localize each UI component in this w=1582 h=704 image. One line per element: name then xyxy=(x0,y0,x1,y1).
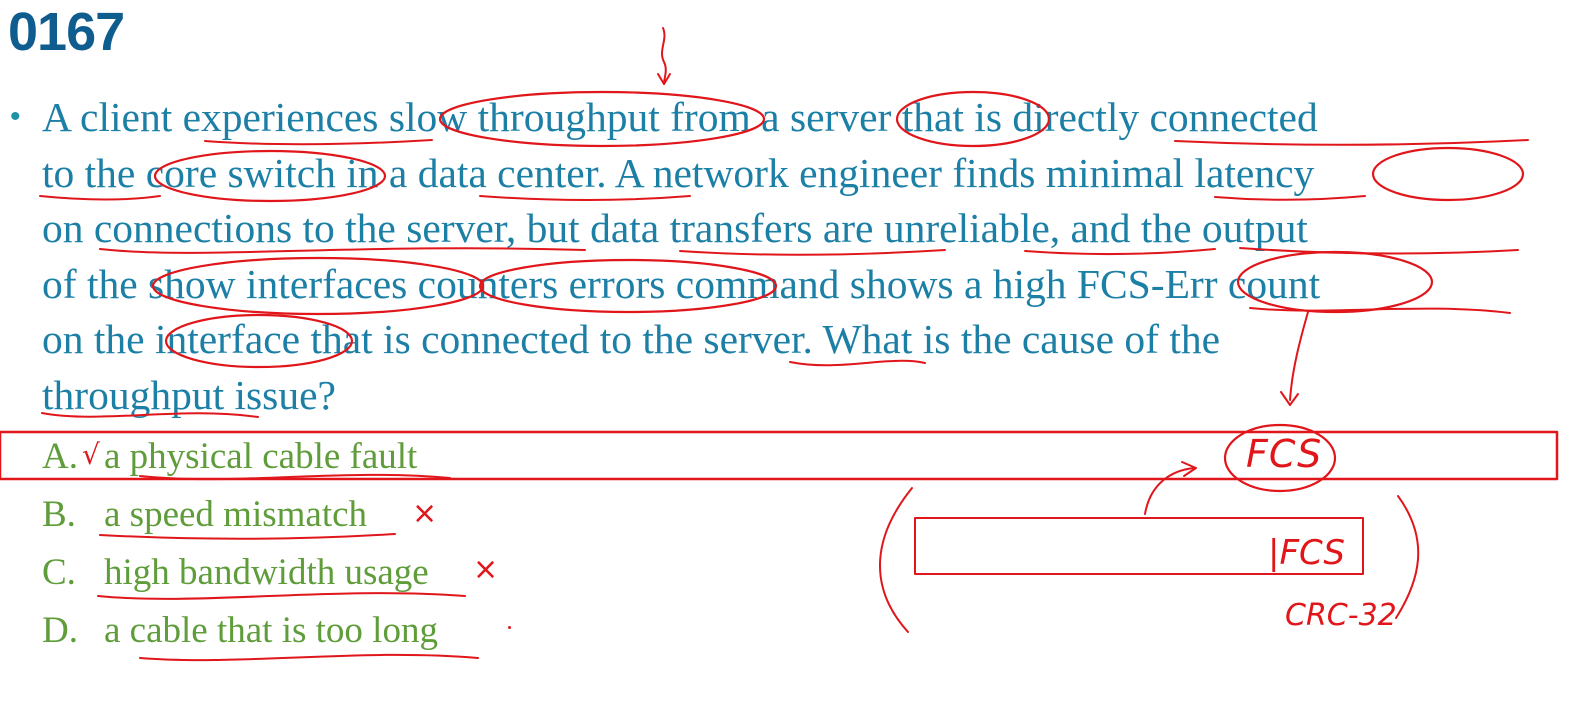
arrow-head xyxy=(657,73,671,85)
question-line: on connections to the server, but data t… xyxy=(42,205,1308,251)
option-text: a physical cable fault xyxy=(104,436,418,477)
option-text: high bandwidth usage xyxy=(104,552,429,593)
bullet-dot: • xyxy=(10,100,21,133)
question-line: of the show interfaces counters errors c… xyxy=(42,260,1321,307)
checkmark-icon: √ xyxy=(82,438,100,471)
question-line: on the interface that is connected to th… xyxy=(42,316,1221,362)
option-letter: C. xyxy=(42,552,76,593)
question-line: to the core switch in a data center. A n… xyxy=(42,149,1315,196)
option-letter: A. xyxy=(42,436,78,477)
arrow-stem xyxy=(661,27,667,85)
cross-mark-icon: × xyxy=(412,496,438,531)
option-text: a cable that is too long xyxy=(104,610,438,651)
bracket-left xyxy=(879,487,913,633)
cross-mark-icon: × xyxy=(473,552,499,587)
question-number: 0167 xyxy=(8,2,125,62)
question-text: A client experiences slow throughput fro… xyxy=(42,90,1562,423)
question-line: throughput issue? xyxy=(42,371,336,418)
dot-mark xyxy=(508,626,511,629)
arrow-head xyxy=(1181,461,1197,477)
fcs-label: FCS xyxy=(1246,432,1323,476)
frame-fcs-label: |FCS xyxy=(1268,533,1345,573)
option-text: a speed mismatch xyxy=(104,494,368,535)
option-letter: D. xyxy=(42,610,78,651)
question-line: A client experiences slow throughput fro… xyxy=(42,94,1318,140)
crc-label: CRC-32 xyxy=(1285,598,1397,633)
option-letter: B. xyxy=(42,494,76,535)
arrow-stem xyxy=(1144,467,1196,515)
bracket-right xyxy=(1395,495,1420,619)
